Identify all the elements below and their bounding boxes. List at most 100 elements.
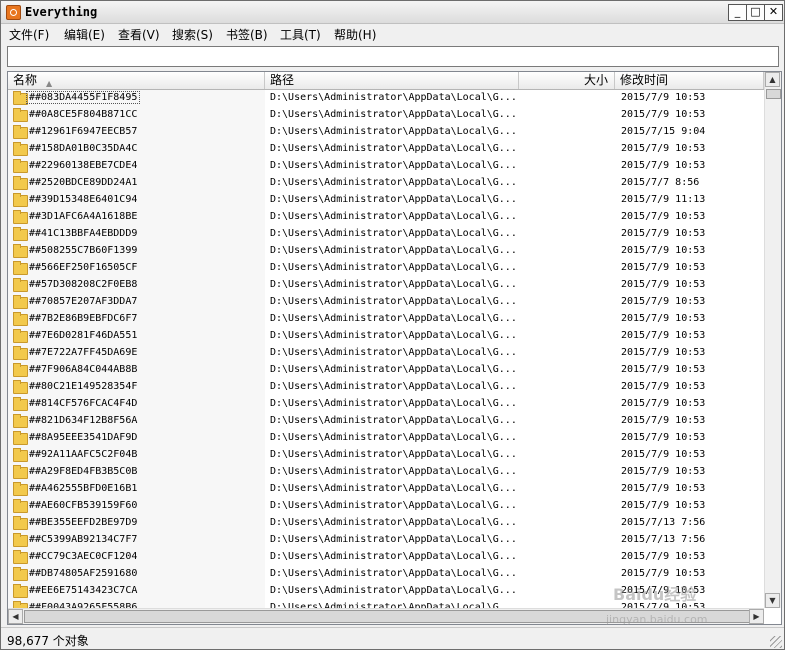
table-row[interactable]: ##7E6D0281F46DA551 D:\Users\Administrator… [8,328,764,345]
table-row[interactable]: ##12961F6947EECB57 D:\Users\Administrator… [8,124,764,141]
table-row[interactable]: ##2520BDCE89DD24A1 D:\Users\Administrator… [8,175,764,192]
row-path: D:\Users\Administrator\AppData\Local\G..… [270,109,517,120]
folder-icon [13,363,28,377]
row-name: ##80C21E149528354F [29,381,138,392]
column-size[interactable]: 大小 [519,72,615,89]
table-row[interactable]: ##7F906A84C044AB8B D:\Users\Administrator… [8,362,764,379]
table-row[interactable]: ##BE355EEFD2BE97D9 D:\Users\Administrator… [8,515,764,532]
row-path: D:\Users\Administrator\AppData\Local\G..… [270,364,517,375]
table-row[interactable]: ##566EF250F16505CF D:\Users\Administrator… [8,260,764,277]
folder-icon [13,329,28,343]
column-modified[interactable]: 修改时间 [615,72,764,89]
row-name: ##39D15348E6401C94 [29,194,138,205]
row-path: D:\Users\Administrator\AppData\Local\G..… [270,347,517,358]
scroll-down-icon[interactable]: ▼ [765,593,780,608]
table-row[interactable]: ##AE60CFB539159F60 D:\Users\Administrator… [8,498,764,515]
row-date: 2015/7/9 10:53 [621,500,706,511]
column-name[interactable]: 名称 ▲ [8,72,265,89]
folder-icon [13,533,28,547]
column-path[interactable]: 路径 [265,72,519,89]
menu-bookmarks[interactable]: 书签(B) [226,26,268,43]
scroll-left-icon[interactable]: ◀ [8,609,23,624]
folder-icon [13,397,28,411]
row-path: D:\Users\Administrator\AppData\Local\G..… [270,568,517,579]
row-date: 2015/7/9 10:53 [621,245,706,256]
table-row[interactable]: ##70857E207AF3DDA7 D:\Users\Administrator… [8,294,764,311]
menu-file[interactable]: 文件(F) [9,26,49,43]
row-path: D:\Users\Administrator\AppData\Local\G..… [270,194,517,205]
table-row[interactable]: ##92A11AAFC5C2F04B D:\Users\Administrator… [8,447,764,464]
table-row[interactable]: ##0A8CE5F804B871CC D:\Users\Administrator… [8,107,764,124]
column-size-label: 大小 [583,73,608,87]
row-date: 2015/7/9 10:53 [621,381,706,392]
row-path: D:\Users\Administrator\AppData\Local\G..… [270,398,517,409]
folder-icon [13,380,28,394]
table-row[interactable]: ##814CF576FCAC4F4D D:\Users\Administrator… [8,396,764,413]
table-row[interactable]: ##508255C7B60F1399 D:\Users\Administrator… [8,243,764,260]
row-name: ##EE6E75143423C7CA [29,585,138,596]
row-date: 2015/7/7 8:56 [621,177,700,188]
row-name: ##AE60CFB539159F60 [29,500,138,511]
folder-icon [13,482,28,496]
table-row[interactable]: ##8A95EEE3541DAF9D D:\Users\Administrator… [8,430,764,447]
folder-icon [13,176,28,190]
folder-icon [13,125,28,139]
row-date: 2015/7/9 10:53 [621,568,706,579]
row-path: D:\Users\Administrator\AppData\Local\G..… [270,551,517,562]
vertical-scrollbar[interactable]: ▲ ▼ [764,72,781,608]
object-count: 98,677 个对象 [7,634,89,648]
folder-icon [13,550,28,564]
row-name: ##083DA4455F1F8495 [25,91,141,104]
folder-icon [13,91,28,105]
table-row[interactable]: ##41C13BBFA4EBDDD9 D:\Users\Administrator… [8,226,764,243]
row-date: 2015/7/13 7:56 [621,517,706,528]
menu-help[interactable]: 帮助(H) [334,26,376,43]
folder-icon [13,159,28,173]
row-path: D:\Users\Administrator\AppData\Local\G..… [270,466,517,477]
table-row[interactable]: ##39D15348E6401C94 D:\Users\Administrator… [8,192,764,209]
table-row[interactable]: ##C5399AB92134C7F7 D:\Users\Administrator… [8,532,764,549]
table-row[interactable]: ##3D1AFC6A4A1618BE D:\Users\Administrator… [8,209,764,226]
maximize-button[interactable]: □ [746,4,765,21]
row-path: D:\Users\Administrator\AppData\Local\G..… [270,534,517,545]
row-path: D:\Users\Administrator\AppData\Local\G..… [270,228,517,239]
table-row[interactable]: ##821D634F12B8F56A D:\Users\Administrator… [8,413,764,430]
search-input[interactable] [7,46,779,67]
menu-search[interactable]: 搜索(S) [172,26,213,43]
title-bar: Everything _ □ ✕ [1,1,784,24]
minimize-button[interactable]: _ [728,4,747,21]
row-date: 2015/7/9 10:53 [621,262,706,273]
table-row[interactable]: ##80C21E149528354F D:\Users\Administrator… [8,379,764,396]
row-path: D:\Users\Administrator\AppData\Local\G..… [270,415,517,426]
table-row[interactable]: ##22960138EBE7CDE4 D:\Users\Administrator… [8,158,764,175]
row-date: 2015/7/9 10:53 [621,347,706,358]
close-button[interactable]: ✕ [764,4,783,21]
menu-edit[interactable]: 编辑(E) [64,26,105,43]
row-date: 2015/7/9 10:53 [621,330,706,341]
status-bar: 98,677 个对象 [1,627,784,650]
row-name: ##0A8CE5F804B871CC [29,109,138,120]
menu-bar: 文件(F) 编辑(E) 查看(V) 搜索(S) 书签(B) 工具(T) 帮助(H… [1,24,784,44]
row-path: D:\Users\Administrator\AppData\Local\G..… [270,160,517,171]
row-name: ##41C13BBFA4EBDDD9 [29,228,138,239]
table-row[interactable]: ##A29F8ED4FB3B5C0B D:\Users\Administrator… [8,464,764,481]
table-row[interactable]: ##A462555BFD0E16B1 D:\Users\Administrator… [8,481,764,498]
menu-tools[interactable]: 工具(T) [280,26,321,43]
row-path: D:\Users\Administrator\AppData\Local\G..… [270,262,517,273]
row-path: D:\Users\Administrator\AppData\Local\G..… [270,126,517,137]
table-row[interactable]: ##57D308208C2F0EB8 D:\Users\Administrator… [8,277,764,294]
table-row[interactable]: ##083DA4455F1F8495 D:\Users\Administrator… [8,90,764,107]
folder-icon [13,346,28,360]
vertical-scroll-thumb[interactable] [766,89,781,99]
table-row[interactable]: ##7E722A7FF45DA69E D:\Users\Administrator… [8,345,764,362]
menu-view[interactable]: 查看(V) [118,26,160,43]
scroll-up-icon[interactable]: ▲ [765,72,780,87]
result-rows: ##083DA4455F1F8495 D:\Users\Administrator… [8,90,764,608]
folder-icon [13,227,28,241]
table-row[interactable]: ##7B2E86B9EBFDC6F7 D:\Users\Administrator… [8,311,764,328]
table-row[interactable]: ##CC79C3AEC0CF1204 D:\Users\Administrator… [8,549,764,566]
scroll-right-icon[interactable]: ▶ [749,609,764,624]
table-row[interactable]: ##158DA01B0C35DA4C D:\Users\Administrator… [8,141,764,158]
resize-grip-icon[interactable] [770,636,782,648]
watermark-url: jingyan.baidu.com [606,613,708,626]
